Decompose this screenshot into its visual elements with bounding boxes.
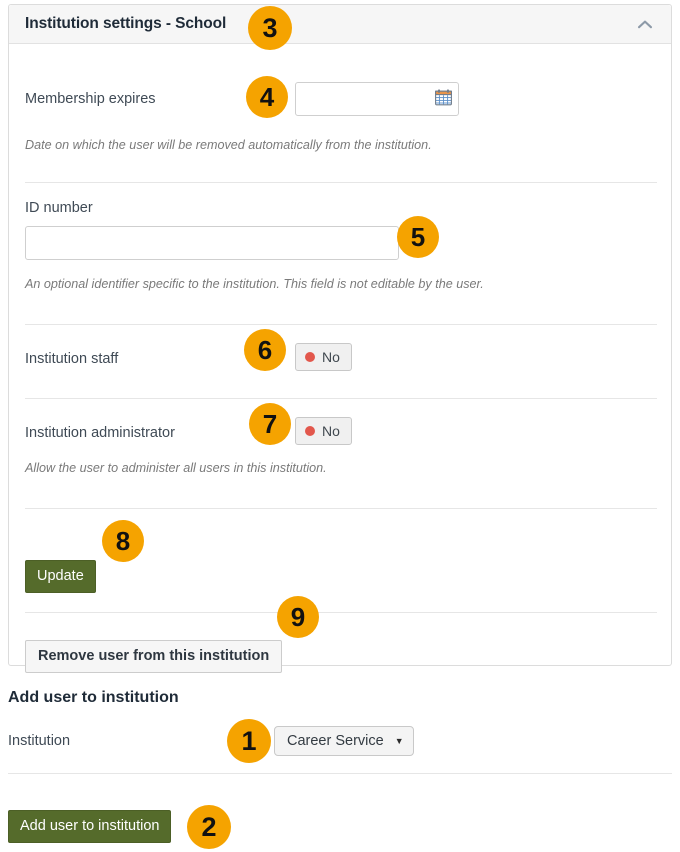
- add-user-section-heading: Add user to institution: [8, 689, 179, 707]
- divider: [25, 612, 657, 613]
- institution-administrator-label: Institution administrator: [25, 425, 175, 441]
- callout-badge-6: 6: [244, 329, 286, 371]
- membership-expires-label: Membership expires: [25, 91, 156, 107]
- callout-badge-1: 1: [227, 719, 271, 763]
- page-title: Institution settings - School: [25, 15, 227, 32]
- id-number-help: An optional identifier specific to the i…: [25, 277, 484, 291]
- screen: Institution settings - School Membership…: [0, 0, 680, 852]
- callout-badge-5: 5: [397, 216, 439, 258]
- chevron-down-icon: ▼: [394, 735, 404, 746]
- id-number-label: ID number: [25, 200, 93, 216]
- institution-settings-panel: Institution settings - School Membership…: [8, 4, 673, 673]
- row-institution-staff: Institution staff No: [9, 325, 673, 399]
- callout-badge-4: 4: [246, 76, 288, 118]
- institution-administrator-state: No: [322, 423, 340, 439]
- callout-badge-9: 9: [277, 596, 319, 638]
- institution-select-value: Career Service: [287, 733, 384, 749]
- membership-expires-help: Date on which the user will be removed a…: [25, 138, 432, 152]
- callout-badge-7: 7: [249, 403, 291, 445]
- panel-header[interactable]: Institution settings - School: [9, 5, 671, 44]
- row-id-number: ID number An optional identifier specifi…: [9, 183, 673, 325]
- row-remove-user: Remove user from this institution: [9, 614, 673, 673]
- row-membership-expires: Membership expires Date on which the use…: [9, 44, 673, 183]
- callout-badge-2: 2: [187, 805, 231, 849]
- callout-badge-3: 3: [248, 6, 292, 50]
- update-button[interactable]: Update: [25, 560, 96, 593]
- membership-expires-datepicker[interactable]: [295, 82, 459, 116]
- remove-user-from-institution-button[interactable]: Remove user from this institution: [25, 640, 283, 673]
- row-institution-administrator: Institution administrator No Allow the u…: [9, 399, 673, 540]
- status-dot-icon: [305, 352, 315, 362]
- calendar-icon[interactable]: [435, 89, 452, 106]
- institution-staff-toggle[interactable]: No: [295, 343, 352, 371]
- divider: [8, 773, 672, 774]
- panel-body: Membership expires Date on which the use…: [9, 44, 673, 673]
- id-number-input[interactable]: [25, 226, 399, 260]
- status-dot-icon: [305, 426, 315, 436]
- institution-staff-label: Institution staff: [25, 351, 119, 367]
- institution-staff-state: No: [322, 349, 340, 365]
- chevron-up-icon[interactable]: [637, 18, 653, 32]
- institution-select-label: Institution: [8, 733, 71, 749]
- callout-badge-8: 8: [102, 520, 144, 562]
- institution-select[interactable]: Career Service ▼: [274, 726, 414, 756]
- institution-administrator-help: Allow the user to administer all users i…: [25, 461, 327, 475]
- divider: [25, 508, 657, 509]
- institution-administrator-toggle[interactable]: No: [295, 417, 352, 445]
- add-user-to-institution-button[interactable]: Add user to institution: [8, 810, 172, 843]
